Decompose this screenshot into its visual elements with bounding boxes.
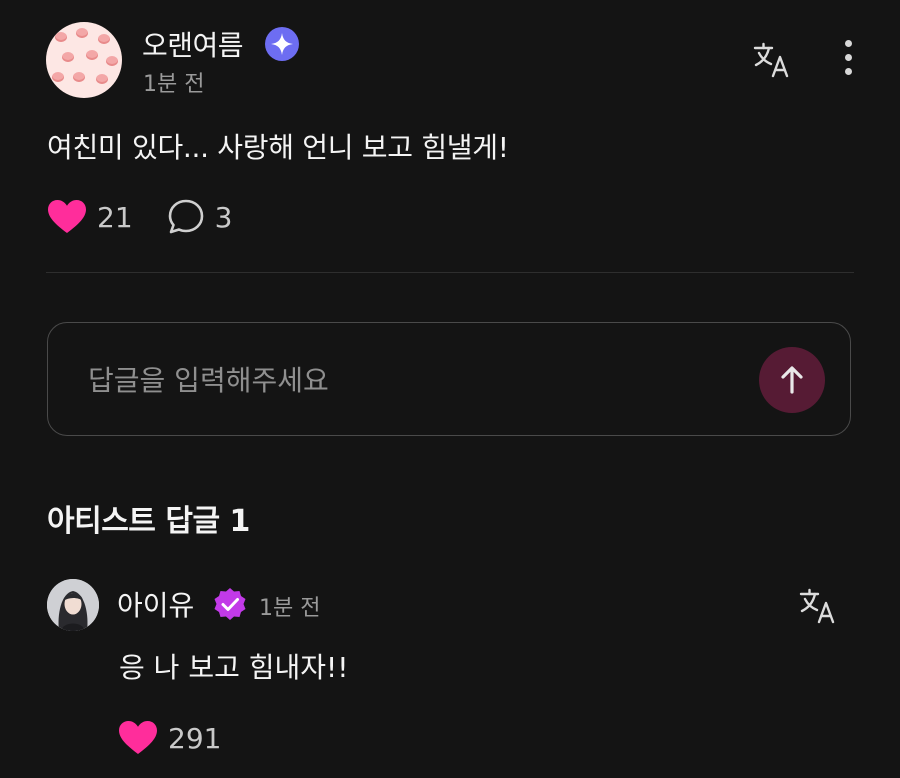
post-actions: 21 3: [47, 198, 232, 236]
heart-icon[interactable]: [118, 720, 158, 756]
reply-composer: [47, 322, 851, 436]
post-author-avatar[interactable]: [46, 22, 122, 98]
reply-actions: 291: [118, 720, 221, 756]
artist-check-badge-icon: [214, 588, 246, 620]
reply-timestamp: 1분 전: [259, 596, 321, 621]
translate-icon[interactable]: [752, 40, 792, 80]
send-button[interactable]: [759, 347, 825, 413]
post-author-name[interactable]: 오랜여름: [142, 24, 244, 64]
sparkle-badge-icon: [265, 27, 299, 61]
like-count: 291: [168, 721, 222, 755]
arrow-up-icon: [781, 366, 803, 394]
heart-icon[interactable]: [47, 199, 87, 235]
like-count: 21: [97, 200, 133, 234]
artist-replies-title: 아티스트 답글 1: [47, 504, 250, 539]
reply-text: 응 나 보고 힘내자!!: [119, 651, 349, 684]
post-detail-page: 오랜여름 1분 전 여친미 있다... 사랑해 언니 보고 힘낼게! 21 3: [0, 0, 900, 778]
reply-input[interactable]: [86, 359, 710, 401]
comment-count: 3: [214, 200, 233, 234]
more-vertical-icon[interactable]: [838, 40, 858, 80]
avatar[interactable]: [47, 579, 99, 631]
post-text: 여친미 있다... 사랑해 언니 보고 힘낼게!: [47, 131, 509, 164]
divider: [46, 272, 854, 273]
comment-bubble-icon[interactable]: [167, 198, 205, 236]
translate-icon[interactable]: [798, 586, 838, 626]
reply-author-name[interactable]: 아이유: [117, 584, 194, 624]
post-timestamp: 1분 전: [143, 72, 205, 97]
